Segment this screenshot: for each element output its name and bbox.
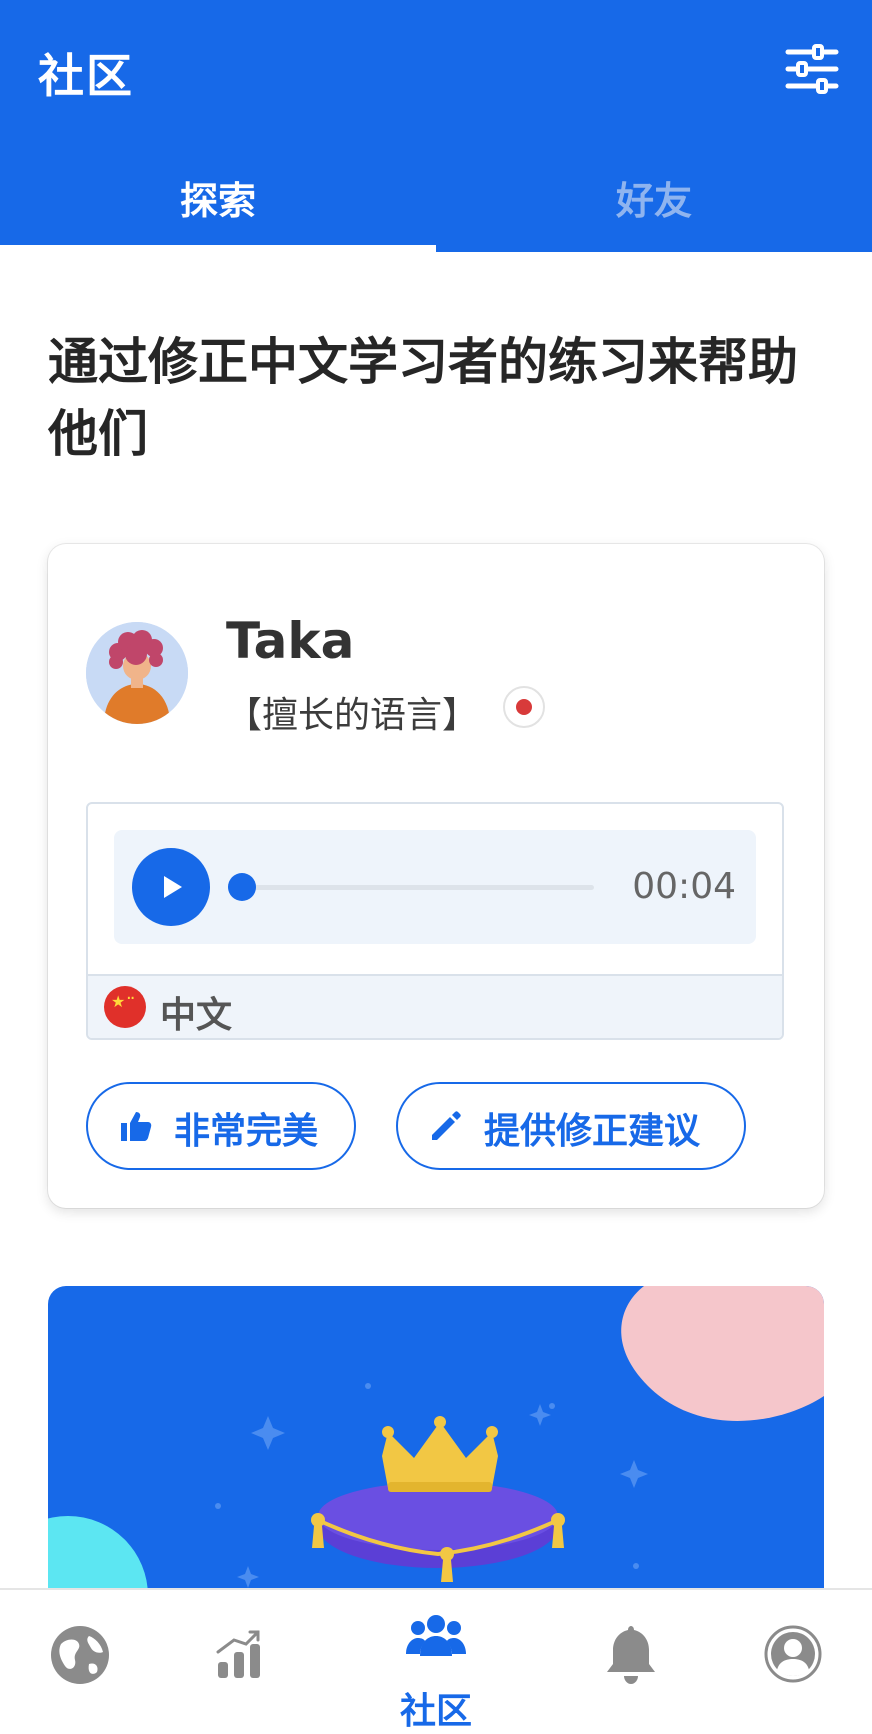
nav-learn[interactable]: [36, 1590, 124, 1733]
exercise-language-name: 中文: [160, 995, 233, 1036]
audio-player: 00:04: [114, 830, 756, 944]
nav-progress[interactable]: [206, 1590, 272, 1733]
perfect-button[interactable]: 非常完美: [86, 1082, 356, 1170]
china-flag-icon: [104, 986, 146, 1028]
filter-button[interactable]: [784, 44, 840, 94]
user-avatar-icon: [86, 622, 188, 724]
avatar[interactable]: [86, 622, 188, 724]
globe-icon: [51, 1626, 109, 1684]
user-name[interactable]: Taka: [226, 612, 354, 670]
suggest-correction-label: 提供修正建议: [484, 1111, 701, 1152]
bottom-navigation: 社区: [0, 1588, 872, 1733]
profile-icon: [764, 1625, 822, 1683]
page-title: 社区: [38, 49, 134, 103]
audio-progress-thumb[interactable]: [228, 873, 256, 901]
exercise-language-bar: 中文: [88, 974, 782, 1038]
audio-exercise: 00:04 中文: [86, 802, 784, 1040]
tab-friends[interactable]: 好友: [436, 170, 872, 225]
chart-icon: [216, 1630, 260, 1678]
active-tab-indicator: [0, 245, 436, 252]
suggest-correction-button[interactable]: 提供修正建议: [396, 1082, 746, 1170]
fluent-languages-label: 【擅长的语言】: [226, 695, 479, 736]
page-headline: 通过修正中文学习者的练习来帮助他们: [48, 333, 798, 463]
community-icon: [406, 1615, 466, 1656]
pencil-icon: [432, 1111, 461, 1140]
sliders-icon: [785, 44, 839, 94]
japan-flag-icon: [503, 686, 545, 728]
tab-explore[interactable]: 探索: [0, 170, 436, 225]
perfect-button-label: 非常完美: [174, 1111, 319, 1152]
bell-icon: [607, 1626, 655, 1684]
nav-notifications[interactable]: [598, 1590, 664, 1733]
app-header: 社区 探索 好友: [0, 0, 872, 252]
nav-community[interactable]: 社区: [386, 1590, 486, 1733]
nav-community-label: 社区: [399, 1691, 472, 1732]
play-button[interactable]: [132, 848, 210, 926]
audio-progress-track[interactable]: [232, 885, 594, 890]
audio-duration: 00:04: [632, 866, 736, 907]
thumbs-up-icon: [121, 1112, 152, 1141]
exercise-card: Taka 【擅长的语言】 00:04 中文 非常完美 提供修正建议: [48, 544, 824, 1208]
nav-profile[interactable]: [760, 1590, 826, 1733]
